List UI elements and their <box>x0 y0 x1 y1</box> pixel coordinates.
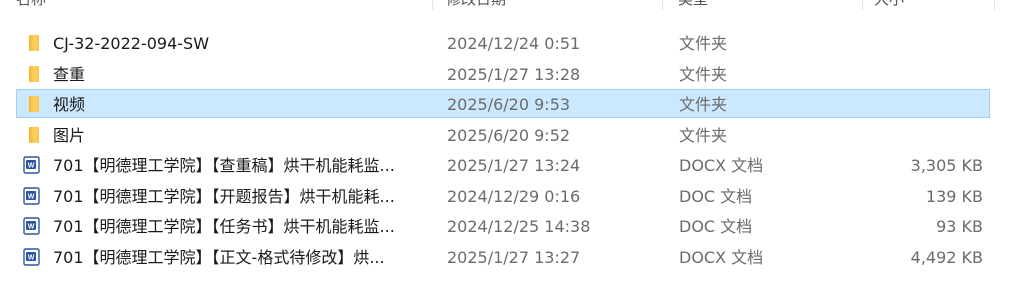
svg-text:W: W <box>28 255 35 262</box>
file-modified-date: 2025/6/20 9:52 <box>447 126 571 145</box>
file-row[interactable]: W 701【明德理工学院】【正文-格式待修改】烘... 2025/1/27 13:2… <box>16 242 990 271</box>
file-size: 93 KB <box>936 217 983 236</box>
file-row[interactable]: CJ-32-2022-094-SW 2024/12/24 0:51 文件夹 <box>16 28 990 57</box>
file-row[interactable]: 视频 2025/6/20 9:53 文件夹 <box>16 89 990 118</box>
file-name: 图片 <box>53 126 86 145</box>
file-size: 3,305 KB <box>910 156 983 175</box>
folder-icon <box>29 127 39 143</box>
file-modified-date: 2025/1/27 13:24 <box>447 156 581 175</box>
file-type: 文件夹 <box>679 126 728 145</box>
column-header-name[interactable]: 名称 <box>16 0 46 9</box>
file-name: 701【明德理工学院】【开题报告】烘干机能耗... <box>53 187 395 206</box>
file-size: 139 KB <box>925 187 983 206</box>
file-modified-date: 2024/12/29 0:16 <box>447 187 581 206</box>
file-name: 701【明德理工学院】【正文-格式待修改】烘... <box>53 248 385 267</box>
file-modified-date: 2025/6/20 9:53 <box>447 95 571 114</box>
file-type: DOCX 文档 <box>679 248 764 267</box>
column-header-type[interactable]: 类型 <box>678 0 708 9</box>
file-type: 文件夹 <box>679 95 728 114</box>
folder-icon <box>29 96 39 112</box>
word-doc-icon: W <box>23 187 40 205</box>
svg-text:W: W <box>28 194 35 201</box>
file-name: 视频 <box>53 95 86 114</box>
file-type: DOC 文档 <box>679 187 753 206</box>
file-type: 文件夹 <box>679 65 728 84</box>
file-type: 文件夹 <box>679 34 728 53</box>
file-modified-date: 2025/1/27 13:28 <box>447 65 581 84</box>
file-type: DOC 文档 <box>679 217 753 236</box>
file-name: 701【明德理工学院】【任务书】烘干机能耗监... <box>53 217 395 236</box>
file-row[interactable]: W 701【明德理工学院】【开题报告】烘干机能耗... 2024/12/29 0:1… <box>16 181 990 210</box>
column-header: 名称 修改日期 类型 大小 <box>0 0 1024 12</box>
file-modified-date: 2024/12/25 14:38 <box>447 217 591 236</box>
column-divider[interactable] <box>994 0 995 10</box>
file-size: 4,492 KB <box>910 248 983 267</box>
file-modified-date: 2024/12/24 0:51 <box>447 34 581 53</box>
file-modified-date: 2025/1/27 13:27 <box>447 248 581 267</box>
file-row[interactable]: W 701【明德理工学院】【任务书】烘干机能耗监... 2024/12/25 14:… <box>16 211 990 240</box>
word-docx-icon: W <box>23 248 40 266</box>
file-name: 701【明德理工学院】【查重稿】烘干机能耗监... <box>53 156 395 175</box>
file-row[interactable]: W 701【明德理工学院】【查重稿】烘干机能耗监... 2025/1/27 13:2… <box>16 150 990 179</box>
file-name: CJ-32-2022-094-SW <box>53 34 210 53</box>
svg-text:W: W <box>28 163 35 170</box>
svg-text:W: W <box>28 224 35 231</box>
file-row[interactable]: 图片 2025/6/20 9:52 文件夹 <box>16 120 990 149</box>
column-divider[interactable] <box>862 0 863 10</box>
column-divider[interactable] <box>662 0 663 10</box>
word-doc-icon: W <box>23 217 40 235</box>
file-row[interactable]: 查重 2025/1/27 13:28 文件夹 <box>16 59 990 88</box>
word-docx-icon: W <box>23 156 40 174</box>
folder-icon <box>29 66 39 82</box>
file-name: 查重 <box>53 65 86 84</box>
column-header-modified[interactable]: 修改日期 <box>446 0 506 9</box>
column-divider[interactable] <box>432 0 433 10</box>
file-type: DOCX 文档 <box>679 156 764 175</box>
folder-icon <box>29 35 39 51</box>
column-header-size[interactable]: 大小 <box>874 0 904 9</box>
